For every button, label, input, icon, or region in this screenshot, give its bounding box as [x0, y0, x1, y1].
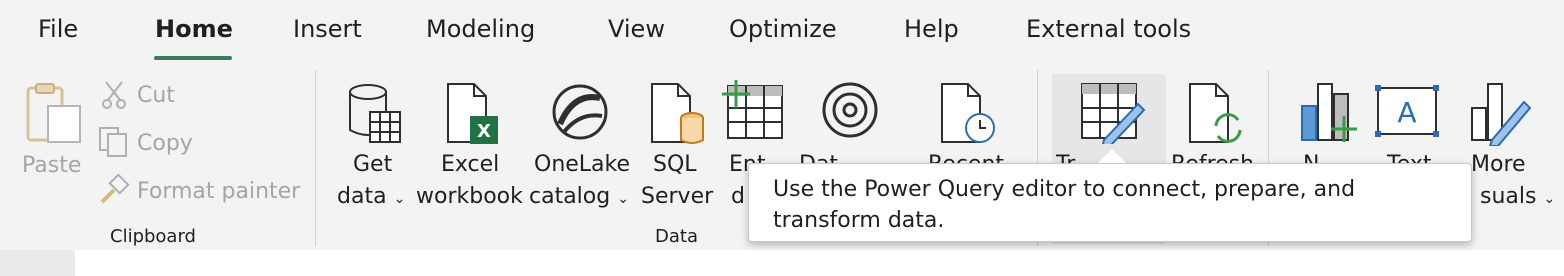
tab-insert[interactable]: Insert	[293, 14, 362, 44]
onelake-icon	[552, 84, 608, 140]
format-painter-label: Format painter	[137, 179, 301, 204]
tab-view[interactable]: View	[608, 14, 665, 44]
more-visuals-label-text: suals	[1480, 184, 1537, 209]
chevron-down-icon: ⌄	[1543, 191, 1556, 207]
table-add-icon	[722, 80, 783, 139]
tab-optimize[interactable]: Optimize	[729, 14, 837, 44]
more-visuals-label-line1: More	[1471, 152, 1526, 177]
paste-icon	[26, 83, 81, 143]
svg-text:X: X	[477, 121, 491, 142]
sql-label-line2: Server	[641, 184, 714, 209]
chevron-down-icon: ⌄	[393, 191, 406, 207]
excel-icon: X	[447, 83, 498, 144]
onelake-label-line1: OneLake	[534, 152, 631, 177]
new-visual-icon	[1301, 83, 1357, 142]
database-icon	[349, 84, 401, 143]
sql-server-icon	[651, 83, 704, 144]
data-group-label: Data	[655, 226, 698, 247]
onelake-label-line2: catalog ⌄	[529, 181, 629, 215]
copy-icon	[99, 127, 127, 157]
transform-data-tooltip: Use the Power Query editor to connect, p…	[748, 163, 1472, 242]
enter-data-label-line2: d	[731, 184, 745, 209]
tooltip-text: Use the Power Query editor to connect, p…	[773, 177, 1356, 233]
cut-label: Cut	[137, 83, 175, 108]
tab-home[interactable]: Home	[155, 14, 233, 44]
more-visuals-icon	[1471, 83, 1532, 146]
active-tab-indicator	[154, 56, 232, 60]
excel-label-line2: workbook	[416, 184, 523, 209]
refresh-icon	[1189, 83, 1242, 143]
text-box-icon: A	[1375, 85, 1439, 137]
excel-label-line1: Excel	[441, 152, 500, 177]
copy-label: Copy	[137, 131, 193, 156]
get-data-label-line1: Get	[353, 152, 393, 177]
onelake-label-text: catalog	[529, 184, 611, 209]
more-visuals-label-line2: suals ⌄	[1480, 181, 1555, 215]
transform-data-icon	[1081, 83, 1146, 144]
paste-label: Paste	[22, 153, 82, 178]
tab-modeling[interactable]: Modeling	[426, 14, 535, 44]
menu-bar: File Home Insert Modeling View Optimize …	[0, 0, 1564, 62]
dataverse-icon	[822, 82, 878, 138]
tab-help[interactable]: Help	[904, 14, 959, 44]
svg-text:A: A	[1397, 96, 1416, 129]
get-data-label-text: data	[337, 184, 387, 209]
tab-external-tools[interactable]: External tools	[1026, 14, 1191, 44]
tooltip-pointer	[1098, 149, 1126, 163]
chevron-down-icon: ⌄	[617, 191, 629, 207]
recent-sources-icon	[941, 83, 995, 143]
scissors-icon	[102, 81, 126, 109]
tab-file[interactable]: File	[38, 14, 78, 44]
group-divider	[315, 70, 316, 246]
sql-label-line1: SQL	[653, 152, 697, 177]
report-canvas	[75, 250, 1564, 276]
clipboard-group-label: Clipboard	[110, 226, 196, 247]
paintbrush-icon	[100, 174, 130, 204]
get-data-label-line2: data ⌄	[337, 181, 405, 215]
